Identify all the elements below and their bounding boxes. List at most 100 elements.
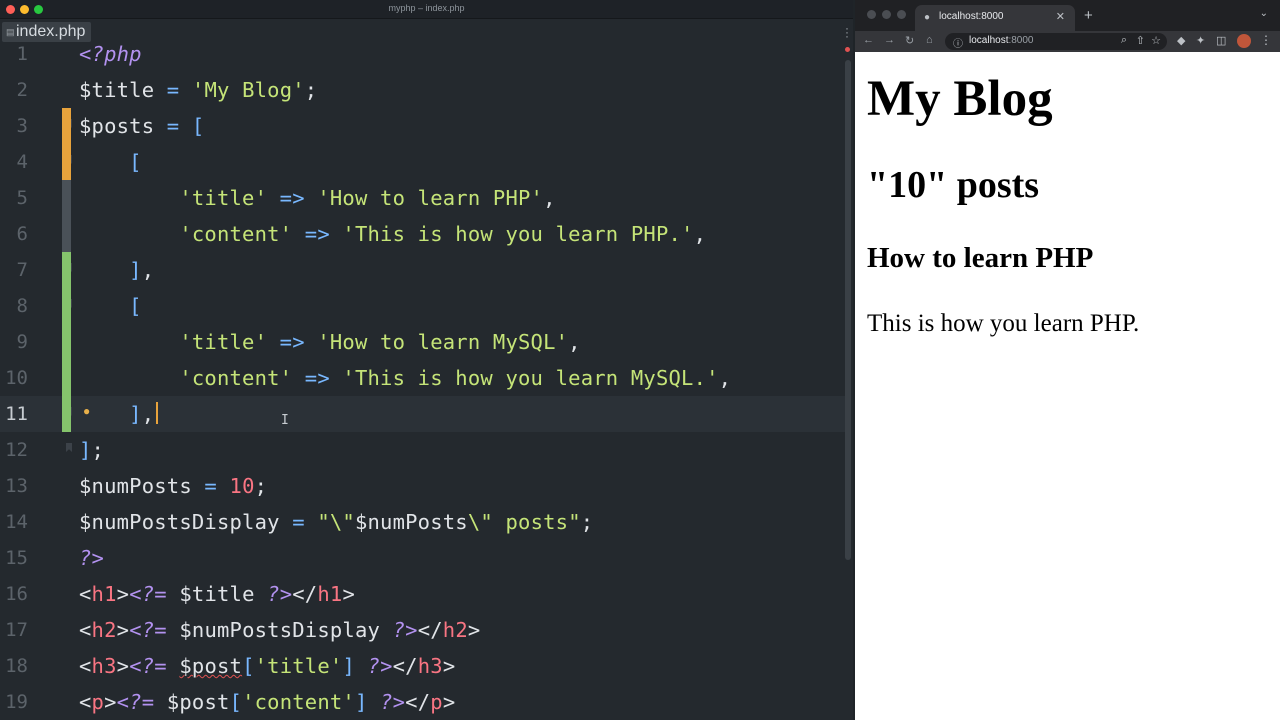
line-number[interactable]: 13 xyxy=(0,477,28,496)
line-number[interactable]: 15 xyxy=(0,549,28,568)
code-token: < xyxy=(79,618,92,642)
line-number[interactable]: 5 xyxy=(0,189,28,208)
code-text[interactable]: ]; xyxy=(79,439,104,461)
code-token: < xyxy=(79,690,92,714)
vcs-change-marker[interactable] xyxy=(62,108,71,180)
lightbulb-icon[interactable]: ● xyxy=(83,404,90,418)
code-line[interactable]: 15 ?> xyxy=(0,540,845,576)
forward-icon[interactable]: → xyxy=(884,34,895,46)
bookmark-star-icon[interactable]: ☆ xyxy=(1151,34,1161,47)
code-text[interactable]: ?> xyxy=(79,547,104,569)
code-token: [ xyxy=(229,690,243,714)
code-token: $numPostsDisplay xyxy=(166,618,393,642)
code-text[interactable]: <h1><?= $title ?></h1> xyxy=(79,583,355,605)
code-text[interactable]: <?php xyxy=(79,43,142,65)
line-number[interactable]: 1 xyxy=(0,45,28,64)
side-panel-icon[interactable]: ◫ xyxy=(1216,34,1226,47)
browser-close-button[interactable] xyxy=(867,10,876,19)
code-line[interactable]: 7 ], xyxy=(0,252,845,288)
code-line[interactable]: 3 $posts = [ xyxy=(0,108,845,144)
back-icon[interactable]: ← xyxy=(863,34,874,46)
zoom-icon[interactable]: ⌕ xyxy=(1121,34,1127,47)
fold-marker-icon[interactable] xyxy=(66,443,72,452)
vcs-change-marker[interactable] xyxy=(62,180,71,252)
close-tab-icon[interactable]: ✕ xyxy=(1056,10,1065,23)
code-token: < xyxy=(79,582,92,606)
code-line[interactable]: 18 <h3><?= $post['title'] ?></h3> xyxy=(0,648,845,684)
error-indicator-icon[interactable] xyxy=(845,47,850,52)
code-line[interactable]: 12]; xyxy=(0,432,845,468)
code-text[interactable]: <h3><?= $post['title'] ?></h3> xyxy=(79,655,455,677)
code-token: , xyxy=(543,186,556,210)
vcs-change-marker[interactable] xyxy=(62,252,71,432)
code-text[interactable]: [ xyxy=(79,151,142,173)
code-line[interactable]: 10 'content' => 'This is how you learn M… xyxy=(0,360,845,396)
site-info-icon[interactable]: ⓘ xyxy=(953,35,963,50)
code-line[interactable]: 16 <h1><?= $title ?></h1> xyxy=(0,576,845,612)
code-line[interactable]: 4 [ xyxy=(0,144,845,180)
line-number[interactable]: 10 xyxy=(0,369,28,388)
reload-icon[interactable]: ↻ xyxy=(905,34,914,47)
code-line[interactable]: 13 $numPosts = 10; xyxy=(0,468,845,504)
line-number[interactable]: 17 xyxy=(0,621,28,640)
code-text[interactable]: 'title' => 'How to learn MySQL', xyxy=(79,331,581,353)
line-number[interactable]: 11 xyxy=(0,405,28,424)
code-line[interactable]: 1 <?php xyxy=(0,36,845,72)
address-bar[interactable]: ⓘ localhost:8000 ⌕ ⇧ ☆ xyxy=(945,33,1167,50)
line-number[interactable]: 6 xyxy=(0,225,28,244)
share-icon[interactable]: ⇧ xyxy=(1136,34,1145,47)
code-line[interactable]: 5 'title' => 'How to learn PHP', xyxy=(0,180,845,216)
line-number[interactable]: 16 xyxy=(0,585,28,604)
editor-titlebar: myphp – index.php xyxy=(0,0,853,19)
code-token: ; xyxy=(91,438,105,462)
code-text[interactable]: 'title' => 'How to learn PHP', xyxy=(79,187,556,209)
code-token: ] xyxy=(79,438,92,462)
code-token: h1 xyxy=(91,582,117,606)
code-text[interactable]: $numPosts = 10; xyxy=(79,475,267,497)
code-line[interactable]: 14 $numPostsDisplay = "\"$numPosts\" post… xyxy=(0,504,845,540)
code-line[interactable]: 19 <p><?= $post['content'] ?></p> xyxy=(0,684,845,720)
line-number[interactable]: 9 xyxy=(0,333,28,352)
code-line[interactable]: 17 <h2><?= $numPostsDisplay ?></h2> xyxy=(0,612,845,648)
code-line[interactable]: 2 $title = 'My Blog'; xyxy=(0,72,845,108)
browser-tab-strip: ● localhost:8000 ✕ + ⌄ xyxy=(855,0,1280,31)
extensions-puzzle-icon[interactable]: ✦ xyxy=(1196,34,1205,47)
code-token: $post xyxy=(179,654,243,678)
home-icon[interactable]: ⌂ xyxy=(926,34,933,46)
line-number[interactable]: 2 xyxy=(0,81,28,100)
line-number[interactable]: 19 xyxy=(0,693,28,712)
code-token: [ xyxy=(129,150,142,174)
line-number[interactable]: 7 xyxy=(0,261,28,280)
code-text[interactable]: <p><?= $post['content'] ?></p> xyxy=(79,691,455,713)
code-text[interactable]: $posts = [ xyxy=(79,115,204,137)
editor-scrollbar[interactable] xyxy=(845,60,851,560)
browser-minimize-button[interactable] xyxy=(882,10,891,19)
code-text[interactable]: ], xyxy=(79,259,154,281)
profile-avatar[interactable] xyxy=(1237,34,1251,48)
new-tab-icon[interactable]: + xyxy=(1084,7,1093,24)
browser-zoom-button[interactable] xyxy=(897,10,906,19)
line-number[interactable]: 18 xyxy=(0,657,28,676)
code-text[interactable]: ], xyxy=(79,403,154,425)
line-number[interactable]: 8 xyxy=(0,297,28,316)
code-text[interactable]: [ xyxy=(79,295,142,317)
extension-icon[interactable]: ◆ xyxy=(1177,34,1185,47)
line-number[interactable]: 14 xyxy=(0,513,28,532)
browser-tab[interactable]: ● localhost:8000 ✕ xyxy=(915,5,1075,31)
code-text[interactable]: $numPostsDisplay = "\"$numPosts\" posts"… xyxy=(79,511,593,533)
code-line[interactable]: 6 'content' => 'This is how you learn PH… xyxy=(0,216,845,252)
line-number[interactable]: 3 xyxy=(0,117,28,136)
code-text[interactable]: <h2><?= $numPostsDisplay ?></h2> xyxy=(79,619,480,641)
code-line[interactable]: 9 'title' => 'How to learn MySQL', xyxy=(0,324,845,360)
code-token: [ xyxy=(242,654,255,678)
more-options-icon[interactable]: · · · xyxy=(845,22,849,42)
browser-menu-icon[interactable]: ⋮ xyxy=(1260,33,1272,47)
code-text[interactable]: 'content' => 'This is how you learn PHP.… xyxy=(79,223,706,245)
code-line[interactable]: 8 [ xyxy=(0,288,845,324)
code-text[interactable]: 'content' => 'This is how you learn MySQ… xyxy=(79,367,731,389)
code-text[interactable]: $title = 'My Blog'; xyxy=(79,79,317,101)
line-number[interactable]: 12 xyxy=(0,441,28,460)
line-number[interactable]: 4 xyxy=(0,153,28,172)
code-line[interactable]: 11 ], ● xyxy=(0,396,845,432)
tab-search-icon[interactable]: ⌄ xyxy=(1260,8,1268,19)
